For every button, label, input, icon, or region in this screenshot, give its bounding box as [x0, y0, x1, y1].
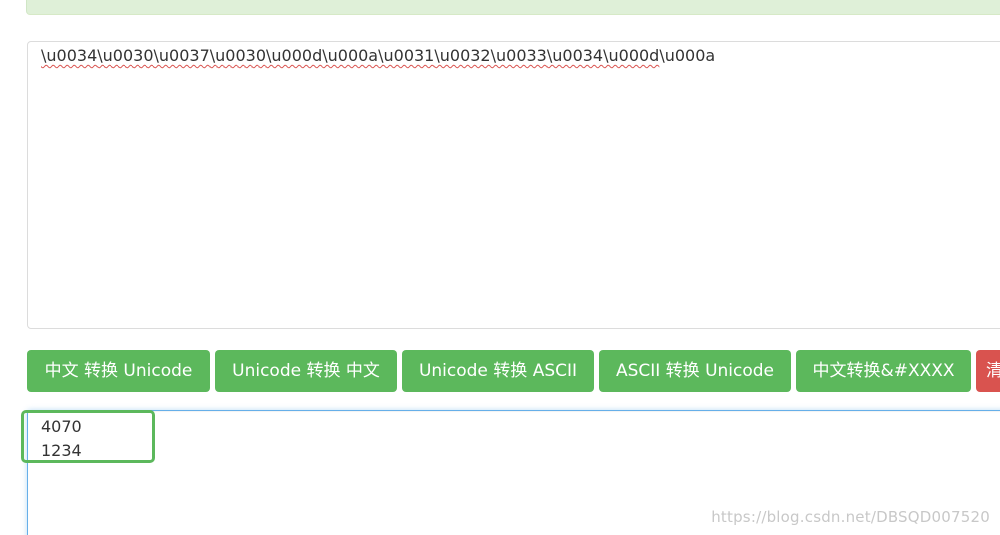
unicode-input-textarea[interactable]: \u0034\u0030\u0037\u0030\u000d\u000a\u00… — [27, 41, 1000, 329]
input-token: \u0033 — [490, 46, 547, 65]
input-token: \u0030 — [97, 46, 154, 65]
output-line: 4070 — [41, 417, 82, 436]
input-token: \u000d — [266, 46, 323, 65]
input-token: \u0031 — [378, 46, 435, 65]
action-button-row: 中文 转换 Unicode Unicode 转换 中文 Unicode 转换 A… — [27, 350, 1000, 392]
input-token: \u000a — [659, 46, 716, 65]
input-token: \u0030 — [209, 46, 266, 65]
clear-button[interactable]: 清 — [976, 350, 1000, 392]
input-token: \u0034 — [41, 46, 98, 65]
input-token: \u000a — [322, 46, 379, 65]
chinese-to-html-entity-button[interactable]: 中文转换&#XXXX — [796, 350, 971, 392]
input-token: \u0034 — [546, 46, 604, 65]
unicode-to-chinese-button[interactable]: Unicode 转换 中文 — [215, 350, 397, 392]
unicode-to-ascii-button[interactable]: Unicode 转换 ASCII — [402, 350, 594, 392]
top-banner — [26, 0, 1000, 15]
converter-page: \u0034\u0030\u0037\u0030\u000d\u000a\u00… — [0, 0, 1000, 535]
watermark: https://blog.csdn.net/DBSQD007520 — [711, 508, 990, 526]
chinese-to-unicode-button[interactable]: 中文 转换 Unicode — [27, 350, 210, 392]
input-token: \u0032 — [434, 46, 491, 65]
output-line: 1234 — [41, 441, 82, 460]
input-token: \u0037 — [153, 46, 210, 65]
input-token: \u000d — [603, 46, 660, 65]
ascii-to-unicode-button[interactable]: ASCII 转换 Unicode — [599, 350, 791, 392]
